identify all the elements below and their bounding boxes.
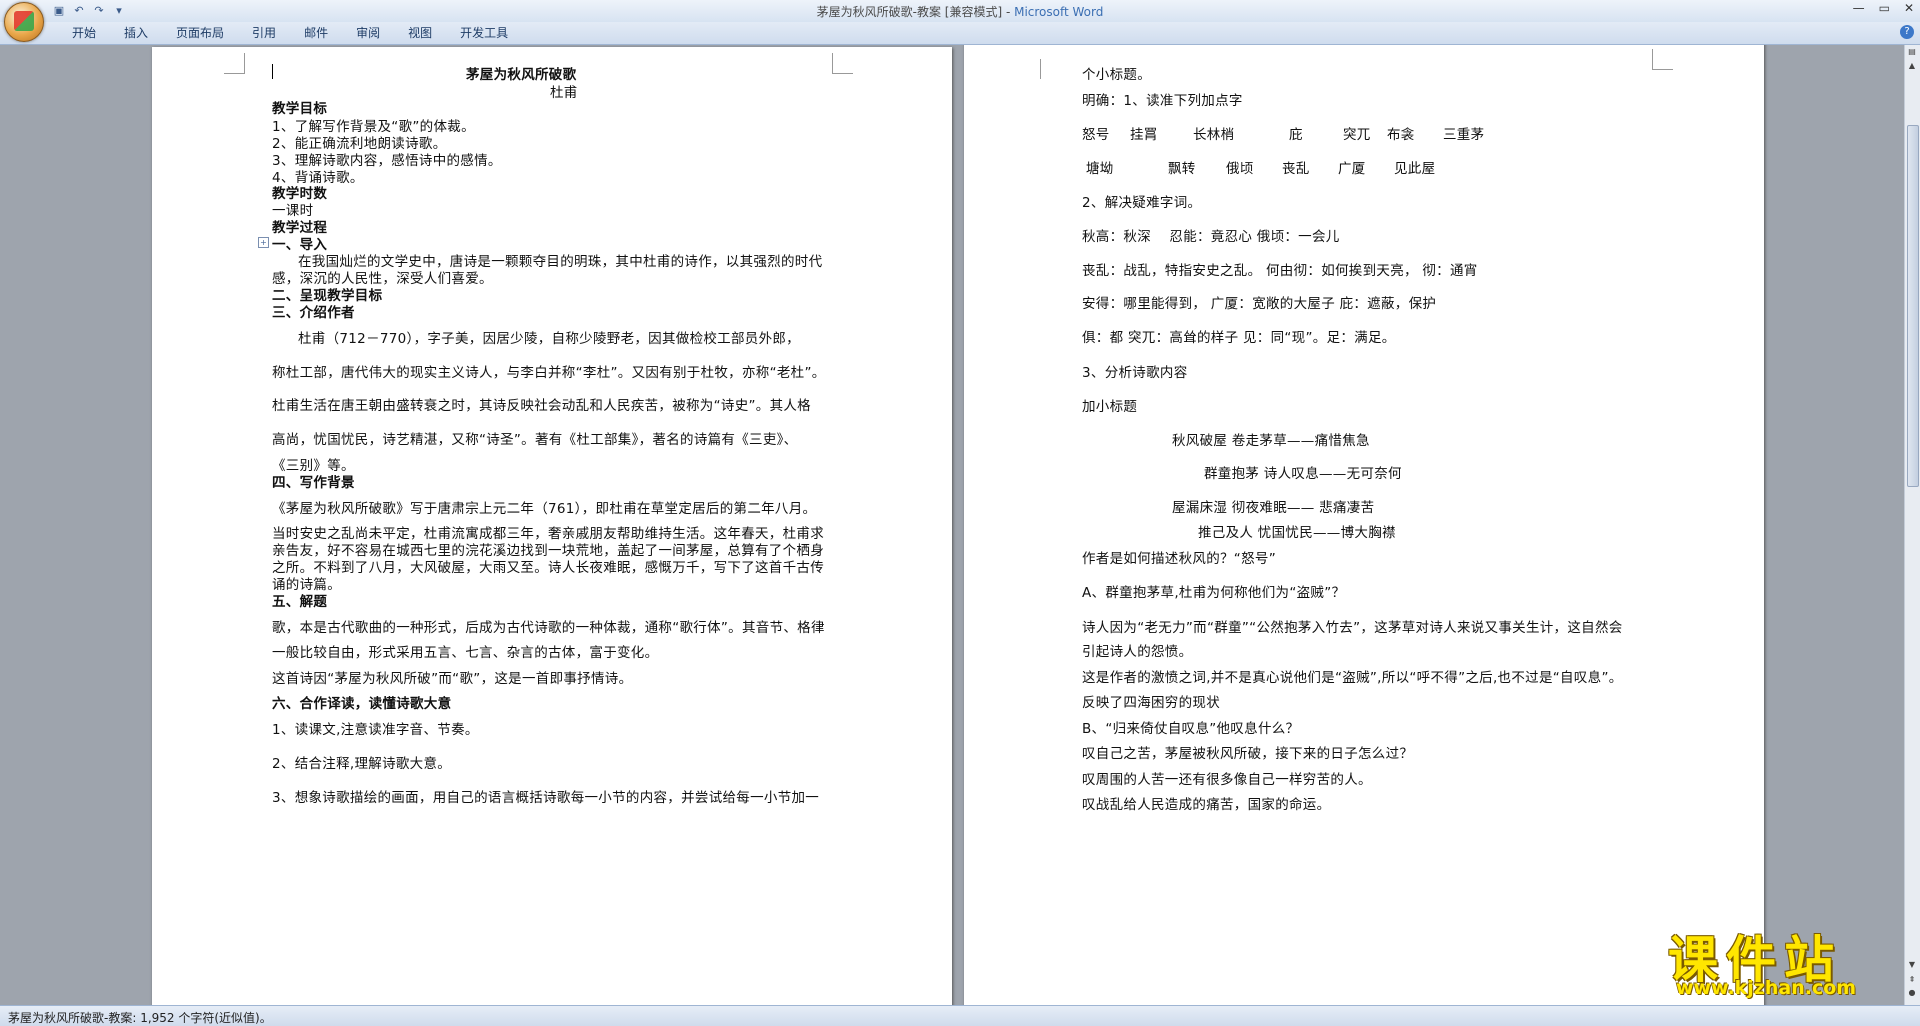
page-1[interactable]: 茅屋为秋风所破歌 杜甫 教学目标 1、了解写作背景及“歌”的体裁。 2、能正确流… [152, 47, 952, 1005]
word: 飘转 [1168, 161, 1196, 177]
margin-mark [224, 53, 245, 74]
word: 挂罥 [1130, 127, 1158, 143]
expand-icon[interactable]: + [258, 237, 269, 248]
watermark-url: www.kjzhan.com [1676, 977, 1857, 999]
app-name: Microsoft Word [1014, 5, 1104, 19]
p2-line-3: 2、解决疑难字词。 [1082, 195, 1202, 211]
jieti-line-2: 一般比较自由，形式采用五言、七言、杂言的古体，富于变化。 [272, 645, 659, 661]
coop-line-3: 3、想象诗歌描绘的画面，用自己的语言概括诗歌每一小节的内容，并尝试给每一小节加一 [272, 790, 820, 806]
maximize-icon[interactable]: ▭ [1879, 1, 1890, 15]
jieti-line-3: 这首诗因“茅屋为秋风所破”而“歌”，这是一首即事抒情诗。 [272, 671, 633, 687]
page-2[interactable]: 个小标题。 明确：1、读准下列加点字 怒号 挂罥 长林梢 庇 突兀 布衾 三重茅… [964, 45, 1764, 1005]
tab-mailings[interactable]: 邮件 [290, 25, 342, 41]
author-line-4: 高尚，忧国忧民，诗艺精湛，又称“诗圣”。著有《杜工部集》，著名的诗篇有《三吏》、 [272, 432, 798, 448]
ribbon-tabs: 开始 插入 页面布局 引用 邮件 审阅 视图 开发工具 [58, 25, 522, 41]
margin-mark [1652, 49, 1673, 70]
pronunciation-row-1: 怒号 挂罥 长林梢 庇 突兀 布衾 三重茅 [1082, 123, 1523, 143]
scroll-down-icon[interactable]: ▼ [1907, 960, 1917, 970]
status-word-count[interactable]: 茅屋为秋风所破歌-教案: 1,952 个字符(近似值)。 [8, 1009, 272, 1026]
title-bar: ▣ ↶ ↷ ▾ 茅屋为秋风所破歌-教案 [兼容模式] - Microsoft W… [0, 0, 1920, 23]
ribbon: 开始 插入 页面布局 引用 邮件 审阅 视图 开发工具 ? [0, 22, 1920, 45]
section-4: 四、写作背景 [272, 475, 355, 491]
question-1: 作者是如何描述秋风的？“怒号” [1082, 551, 1276, 567]
word: 塘坳 [1086, 161, 1114, 177]
word: 怒号 [1082, 127, 1110, 143]
word: 长林梢 [1193, 127, 1235, 143]
tab-review[interactable]: 审阅 [342, 25, 394, 41]
def-2: 丧乱：战乱，特指安史之乱。 何由彻：如何挨到天亮， 彻：通宵 [1082, 263, 1478, 279]
section-6: 六、合作译读，读懂诗歌大意 [272, 696, 452, 712]
jieti-line-1: 歌，本是古代歌曲的一种形式，后成为古代诗歌的一种体裁，通称“歌行体”。其音节、格… [272, 620, 825, 636]
word: 见此屋 [1394, 161, 1436, 177]
vertical-scrollbar[interactable]: ▤ ▲ ▼ ⇞ ● [1904, 45, 1920, 1005]
word: 广厦 [1338, 161, 1366, 177]
p2-line-5: 加小标题 [1082, 399, 1138, 415]
scrollbar-thumb[interactable] [1907, 125, 1919, 487]
p2-line-1: 个小标题。 [1082, 67, 1151, 83]
margin-mark [1020, 59, 1041, 79]
p2-line-2: 明确：1、读准下列加点字 [1082, 93, 1243, 109]
subtitle-1: 秋风破屋 卷走茅草——痛惜焦急 [1172, 433, 1370, 449]
word: 丧乱 [1282, 161, 1310, 177]
text-cursor [272, 64, 273, 79]
minimize-icon[interactable]: — [1853, 1, 1865, 15]
question-a: A、群童抱茅草,杜甫为何称他们为“盗贼”？ [1082, 585, 1346, 601]
subtitle-4: 推己及人 忧国忧民——博大胸襟 [1198, 525, 1396, 541]
office-button[interactable] [4, 2, 44, 42]
help-icon[interactable]: ? [1900, 25, 1914, 39]
answer-b-1: 叹自己之苦，茅屋被秋风所破，接下来的日子怎么过？ [1082, 746, 1414, 762]
author-line-3: 杜甫生活在唐王朝由盛转衰之时，其诗反映社会动乱和人民疾苦，被称为“诗史”。其人格 [272, 398, 811, 414]
background-line-4: 之所。不料到了八月，大风破屋，大雨又至。诗人长夜难眠，感慨万千，写下了这首千古传 [272, 560, 824, 576]
heading-goal: 教学目标 [272, 101, 328, 117]
answer-a-4: 反映了四海困穷的现状 [1082, 695, 1220, 711]
doc-title: 茅屋为秋风所破歌 [466, 67, 577, 83]
answer-a-2: 引起诗人的怨愤。 [1082, 644, 1193, 660]
doc-author: 杜甫 [550, 85, 578, 101]
browse-object-icon[interactable]: ● [1907, 988, 1917, 998]
window-title-text: 茅屋为秋风所破歌-教案 [兼容模式] - [816, 5, 1015, 19]
window-title: 茅屋为秋风所破歌-教案 [兼容模式] - Microsoft Word [0, 3, 1920, 20]
answer-a-1: 诗人因为“老无力”而“群童”“公然抱茅入竹去”，这茅草对诗人来说又事关生计，这自… [1082, 620, 1623, 636]
word: 俄顷 [1226, 161, 1254, 177]
scroll-up-icon[interactable]: ▲ [1907, 61, 1917, 71]
subtitle-2: 群童抱茅 诗人叹息——无可奈何 [1204, 466, 1402, 482]
coop-line-2: 2、结合注释,理解诗歌大意。 [272, 756, 452, 772]
word: 布衾 [1387, 127, 1415, 143]
tab-view[interactable]: 视图 [394, 25, 446, 41]
def-4: 俱：都 突兀：高耸的样子 见：同“现”。足：满足。 [1082, 330, 1396, 346]
ruler-toggle-icon[interactable]: ▤ [1907, 47, 1917, 57]
question-b: B、“归来倚仗自叹息”他叹息什么？ [1082, 721, 1300, 737]
watermark-logo: 课件站 www.kjzhan.com [1668, 920, 1908, 1002]
close-icon[interactable]: ✕ [1904, 1, 1914, 15]
author-line-2: 称杜工部，唐代伟大的现实主义诗人，与李白并称“李杜”。又因有别于杜牧，亦称“老杜… [272, 365, 826, 381]
tab-insert[interactable]: 插入 [110, 25, 162, 41]
answer-a-3: 这是作者的激愤之词,并不是真心说他们是“盗贼”,所以“呼不得”之后,也不过是“自… [1082, 670, 1623, 686]
office-logo-icon [14, 11, 34, 31]
coop-line-1: 1、读课文,注意读准字音、节奏。 [272, 722, 479, 738]
def-1: 秋高：秋深 忍能：竟忍心 俄顷：一会儿 [1082, 229, 1340, 245]
background-line-1: 《茅屋为秋风所破歌》写于唐肃宗上元二年（761），即杜甫在草堂定居后的第二年八月… [272, 501, 817, 517]
window-controls: — ▭ ✕ [1853, 1, 1914, 15]
answer-b-3: 叹战乱给人民造成的痛苦，国家的命运。 [1082, 797, 1331, 813]
word: 突兀 [1343, 127, 1371, 143]
tab-references[interactable]: 引用 [238, 25, 290, 41]
previous-page-icon[interactable]: ⇞ [1907, 975, 1917, 985]
section-5: 五、解题 [272, 594, 328, 610]
def-3: 安得：哪里能得到， 广厦：宽敞的大屋子 庇：遮蔽，保护 [1082, 296, 1437, 312]
p2-line-4: 3、分析诗歌内容 [1082, 365, 1188, 381]
author-line-1: 杜甫（712－770），字子美，因居少陵，自称少陵野老，因其做检校工部员外郎， [298, 331, 800, 347]
word: 三重茅 [1443, 127, 1485, 143]
word: 庇 [1289, 127, 1303, 143]
subtitle-3: 屋漏床湿 彻夜难眠—— 悲痛凄苦 [1172, 500, 1375, 516]
margin-mark [832, 53, 853, 74]
tab-page-layout[interactable]: 页面布局 [162, 25, 238, 41]
section-3: 三、介绍作者 [272, 305, 355, 321]
pronunciation-row-2: 塘坳 飘转 俄顷 丧乱 广厦 见此屋 [1086, 157, 1464, 177]
answer-b-2: 叹周围的人苦一还有很多像自己一样穷苦的人。 [1082, 772, 1372, 788]
status-bar: 茅屋为秋风所破歌-教案: 1,952 个字符(近似值)。 [0, 1005, 1920, 1026]
document-area: 茅屋为秋风所破歌 杜甫 教学目标 1、了解写作背景及“歌”的体裁。 2、能正确流… [0, 45, 1905, 1005]
tab-developer[interactable]: 开发工具 [446, 25, 522, 41]
tab-home[interactable]: 开始 [58, 25, 110, 41]
